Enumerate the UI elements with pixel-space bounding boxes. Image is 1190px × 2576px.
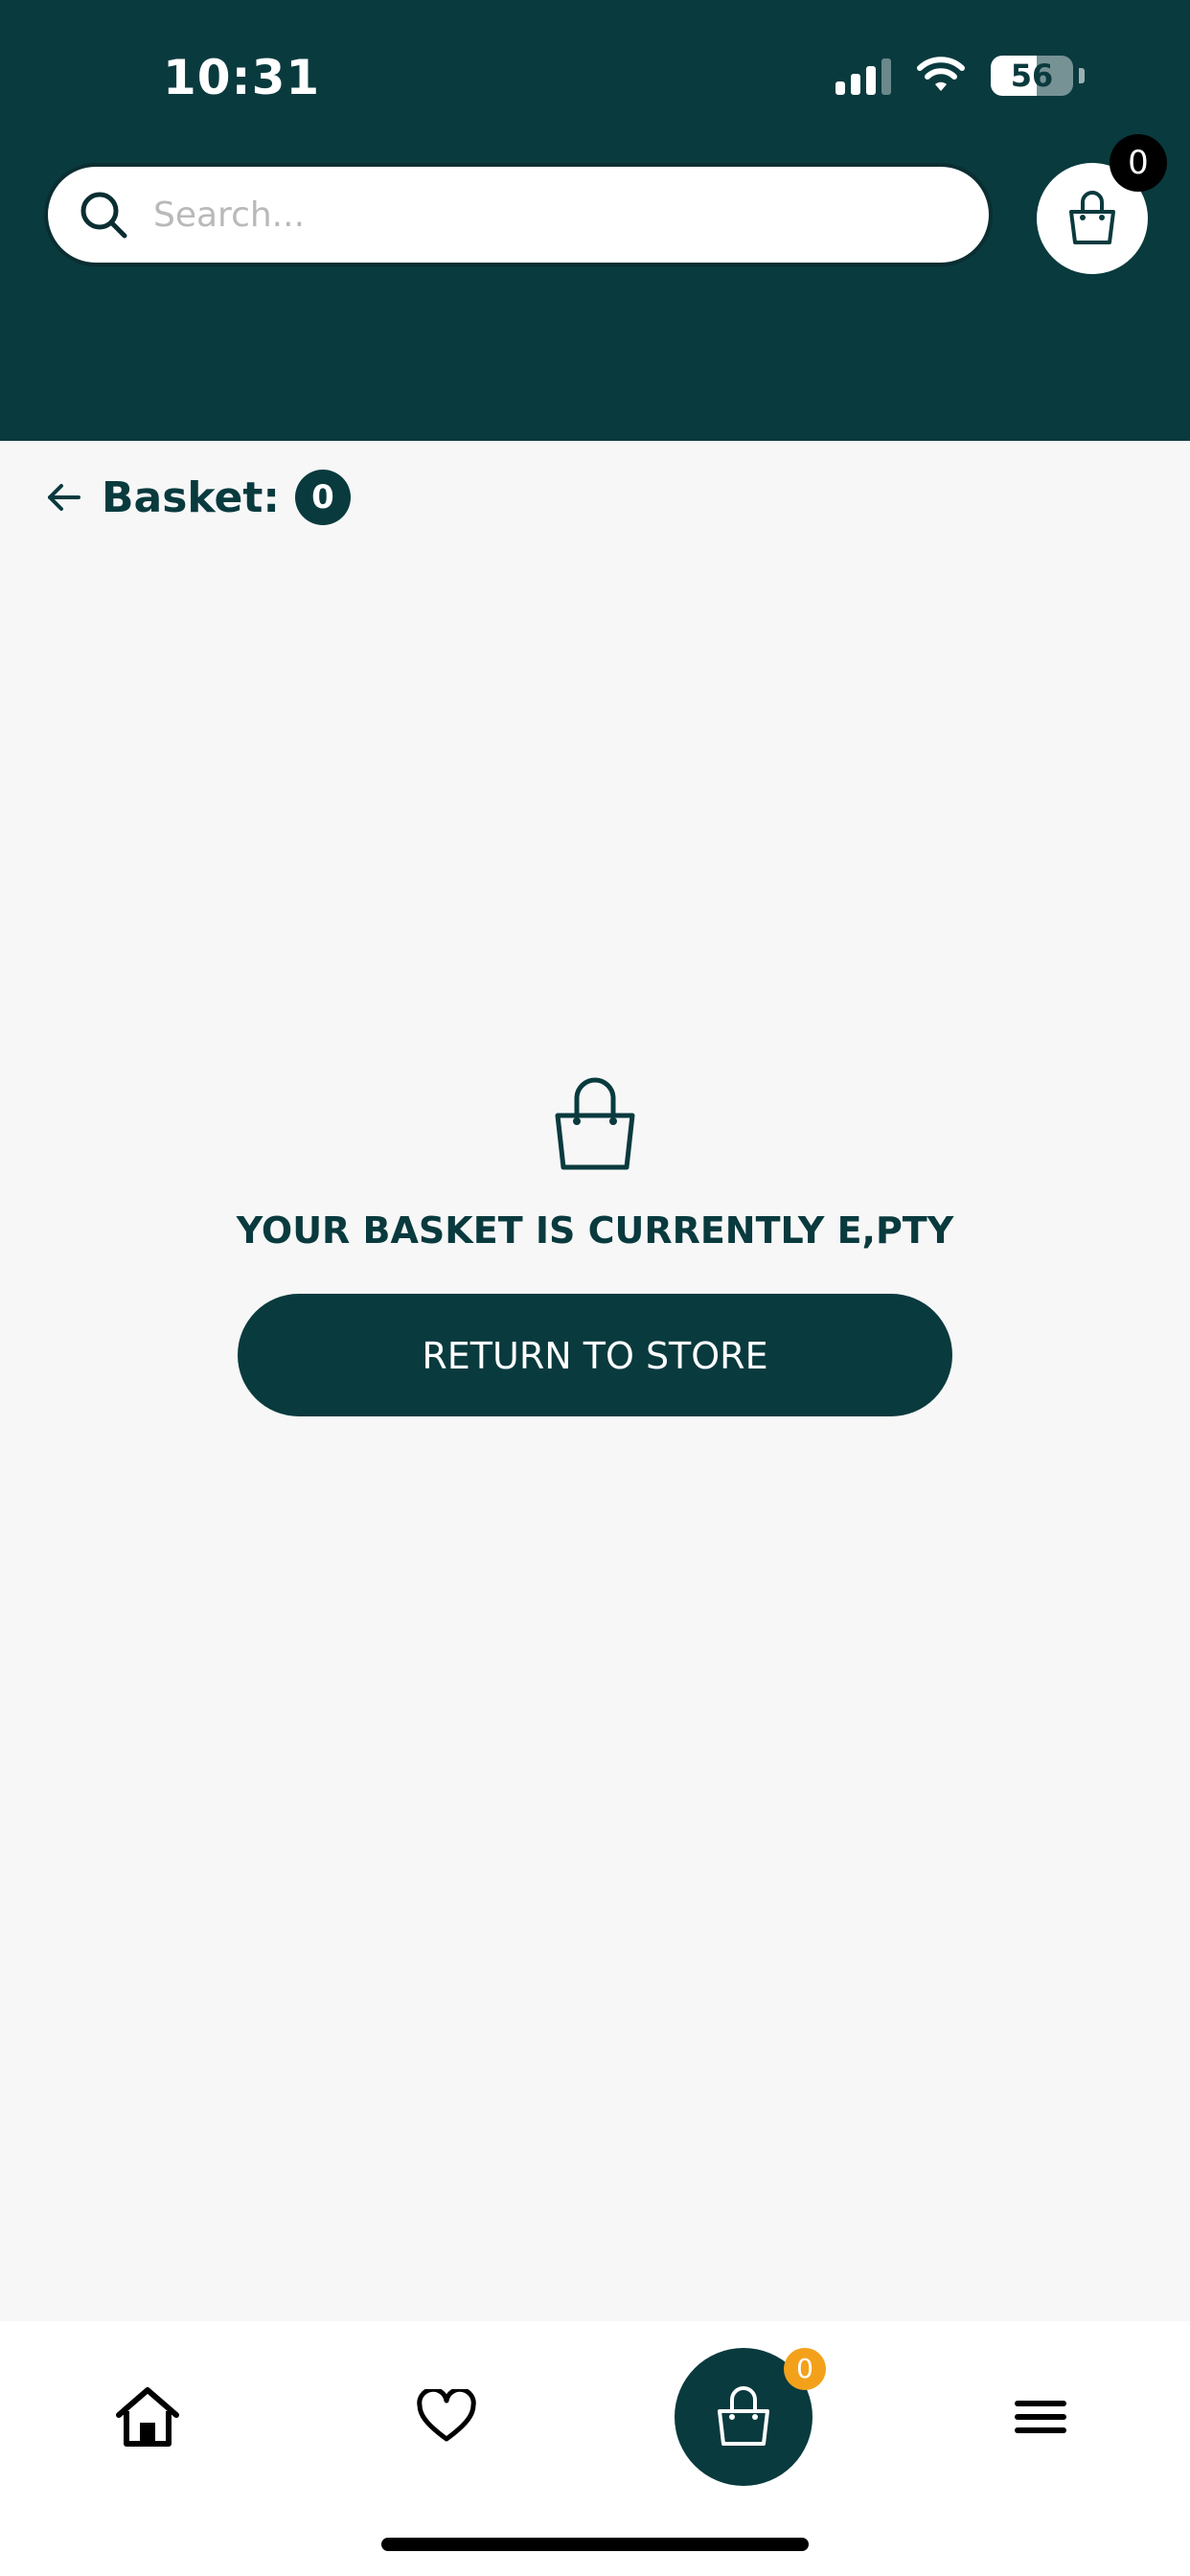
basket-title: Basket: [102, 472, 280, 522]
battery-tip [1079, 68, 1085, 83]
return-to-store-button[interactable]: RETURN TO STORE [238, 1294, 952, 1416]
empty-basket-message: YOUR BASKET IS CURRENTLY E,PTY [236, 1209, 954, 1252]
shopping-bag-icon [718, 2386, 769, 2446]
wifi-icon [917, 57, 965, 91]
home-icon [116, 2387, 179, 2447]
search-input[interactable] [151, 194, 922, 236]
battery-level: 56 [1010, 58, 1054, 94]
basket-header: Basket: 0 [44, 466, 351, 529]
search-icon [80, 192, 127, 239]
signal-icon [835, 57, 891, 95]
status-icons: 56 [835, 56, 1085, 96]
arrow-left-icon[interactable] [44, 478, 82, 517]
menu-icon [1015, 2401, 1066, 2433]
nav-menu[interactable] [1002, 2379, 1079, 2455]
home-indicator[interactable] [381, 2538, 809, 2551]
search-bar[interactable] [44, 163, 993, 266]
shopping-bag-icon [1069, 191, 1115, 244]
nav-cart-badge: 0 [784, 2348, 826, 2390]
heart-icon [417, 2389, 476, 2442]
battery-icon: 56 [991, 56, 1073, 96]
status-time: 10:31 [163, 50, 321, 105]
nav-wishlist[interactable] [408, 2379, 485, 2455]
header-cart-badge: 0 [1110, 134, 1167, 192]
basket-count-badge: 0 [294, 470, 351, 525]
shopping-bag-icon [555, 1077, 635, 1170]
nav-home[interactable] [109, 2379, 186, 2455]
header-torn-edge [0, 383, 1190, 427]
